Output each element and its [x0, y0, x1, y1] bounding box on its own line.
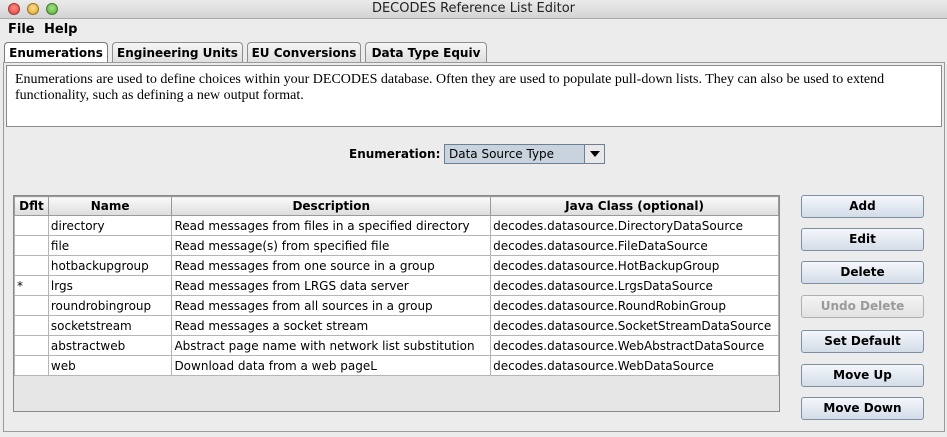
cell-dflt: [14, 235, 49, 256]
column-header-description[interactable]: Description: [171, 196, 492, 216]
table-row[interactable]: abstractweb Abstract page name with netw…: [14, 335, 779, 356]
set-default-button[interactable]: Set Default: [801, 330, 924, 353]
enumerations-panel: Enumerations are used to define choices …: [3, 62, 945, 432]
enumeration-select[interactable]: Data Source Type: [444, 144, 605, 164]
cell-dflt: [14, 215, 49, 236]
cell-description: Read messages from LRGS data server: [171, 275, 492, 296]
cell-dflt: [14, 295, 49, 316]
table-row[interactable]: * lrgs Read messages from LRGS data serv…: [14, 275, 779, 296]
table-row[interactable]: hotbackupgroup Read messages from one so…: [14, 255, 779, 276]
undo-delete-button[interactable]: Undo Delete: [801, 295, 924, 318]
edit-button[interactable]: Edit: [801, 228, 924, 251]
cell-dflt: [14, 255, 49, 276]
chevron-down-icon[interactable]: [584, 145, 604, 163]
move-down-button[interactable]: Move Down: [801, 397, 924, 420]
cell-description: Abstract page name with network list sub…: [171, 335, 492, 356]
cell-description: Read messages from all sources in a grou…: [171, 295, 492, 316]
cell-description: Download data from a web pageL: [171, 355, 492, 376]
cell-name: abstractweb: [47, 335, 173, 356]
column-header-name[interactable]: Name: [47, 196, 173, 216]
cell-java-class: decodes.datasource.HotBackupGroup: [490, 255, 779, 276]
cell-dflt: [14, 315, 49, 336]
enumeration-label: Enumeration:: [349, 147, 441, 161]
table-row[interactable]: roundrobingroup Read messages from all s…: [14, 295, 779, 316]
cell-name: hotbackupgroup: [47, 255, 173, 276]
cell-dflt: *: [14, 275, 49, 296]
cell-description: Read messages a socket stream: [171, 315, 492, 336]
description-text: Enumerations are used to define choices …: [6, 65, 942, 127]
enumeration-table: Dflt Name Description Java Class (option…: [13, 195, 780, 412]
cell-java-class: decodes.datasource.WebDataSource: [490, 355, 779, 376]
cell-name: file: [47, 235, 173, 256]
cell-java-class: decodes.datasource.SocketStreamDataSourc…: [490, 315, 779, 336]
add-button[interactable]: Add: [801, 195, 924, 218]
cell-description: Read messages from files in a specified …: [171, 215, 492, 236]
menu-bar: File Help: [0, 19, 947, 40]
move-up-button[interactable]: Move Up: [801, 364, 924, 387]
menu-file[interactable]: File: [8, 22, 35, 37]
cell-name: socketstream: [47, 315, 173, 336]
cell-java-class: decodes.datasource.RoundRobinGroup: [490, 295, 779, 316]
cell-dflt: [14, 335, 49, 356]
table-row[interactable]: web Download data from a web pageL decod…: [14, 355, 779, 376]
cell-description: Read message(s) from specified file: [171, 235, 492, 256]
cell-java-class: decodes.datasource.DirectoryDataSource: [490, 215, 779, 236]
column-header-java-class[interactable]: Java Class (optional): [490, 196, 779, 216]
table-header-row: Dflt Name Description Java Class (option…: [14, 196, 779, 216]
cell-name: web: [47, 355, 173, 376]
cell-name: roundrobingroup: [47, 295, 173, 316]
cell-java-class: decodes.datasource.LrgsDataSource: [490, 275, 779, 296]
window-title: DECODES Reference List Editor: [371, 1, 576, 16]
tab-enumerations[interactable]: Enumerations: [4, 42, 108, 64]
cell-description: Read messages from one source in a group: [171, 255, 492, 276]
column-header-dflt[interactable]: Dflt: [14, 196, 49, 216]
cell-java-class: decodes.datasource.WebAbstractDataSource: [490, 335, 779, 356]
table-row[interactable]: directory Read messages from files in a …: [14, 215, 779, 236]
cell-name: directory: [47, 215, 173, 236]
enumeration-selected-value: Data Source Type: [449, 147, 555, 161]
tab-data-type-equiv[interactable]: Data Type Equiv: [365, 42, 487, 63]
tab-engineering-units[interactable]: Engineering Units: [112, 42, 243, 63]
table-row[interactable]: file Read message(s) from specified file…: [14, 235, 779, 256]
table-row[interactable]: socketstream Read messages a socket stre…: [14, 315, 779, 336]
tab-eu-conversions[interactable]: EU Conversions: [247, 42, 361, 63]
cell-java-class: decodes.datasource.FileDataSource: [490, 235, 779, 256]
menu-help[interactable]: Help: [44, 22, 77, 37]
delete-button[interactable]: Delete: [801, 261, 924, 284]
cell-name: lrgs: [47, 275, 173, 296]
cell-dflt: [14, 355, 49, 376]
title-bar: DECODES Reference List Editor: [0, 0, 947, 19]
